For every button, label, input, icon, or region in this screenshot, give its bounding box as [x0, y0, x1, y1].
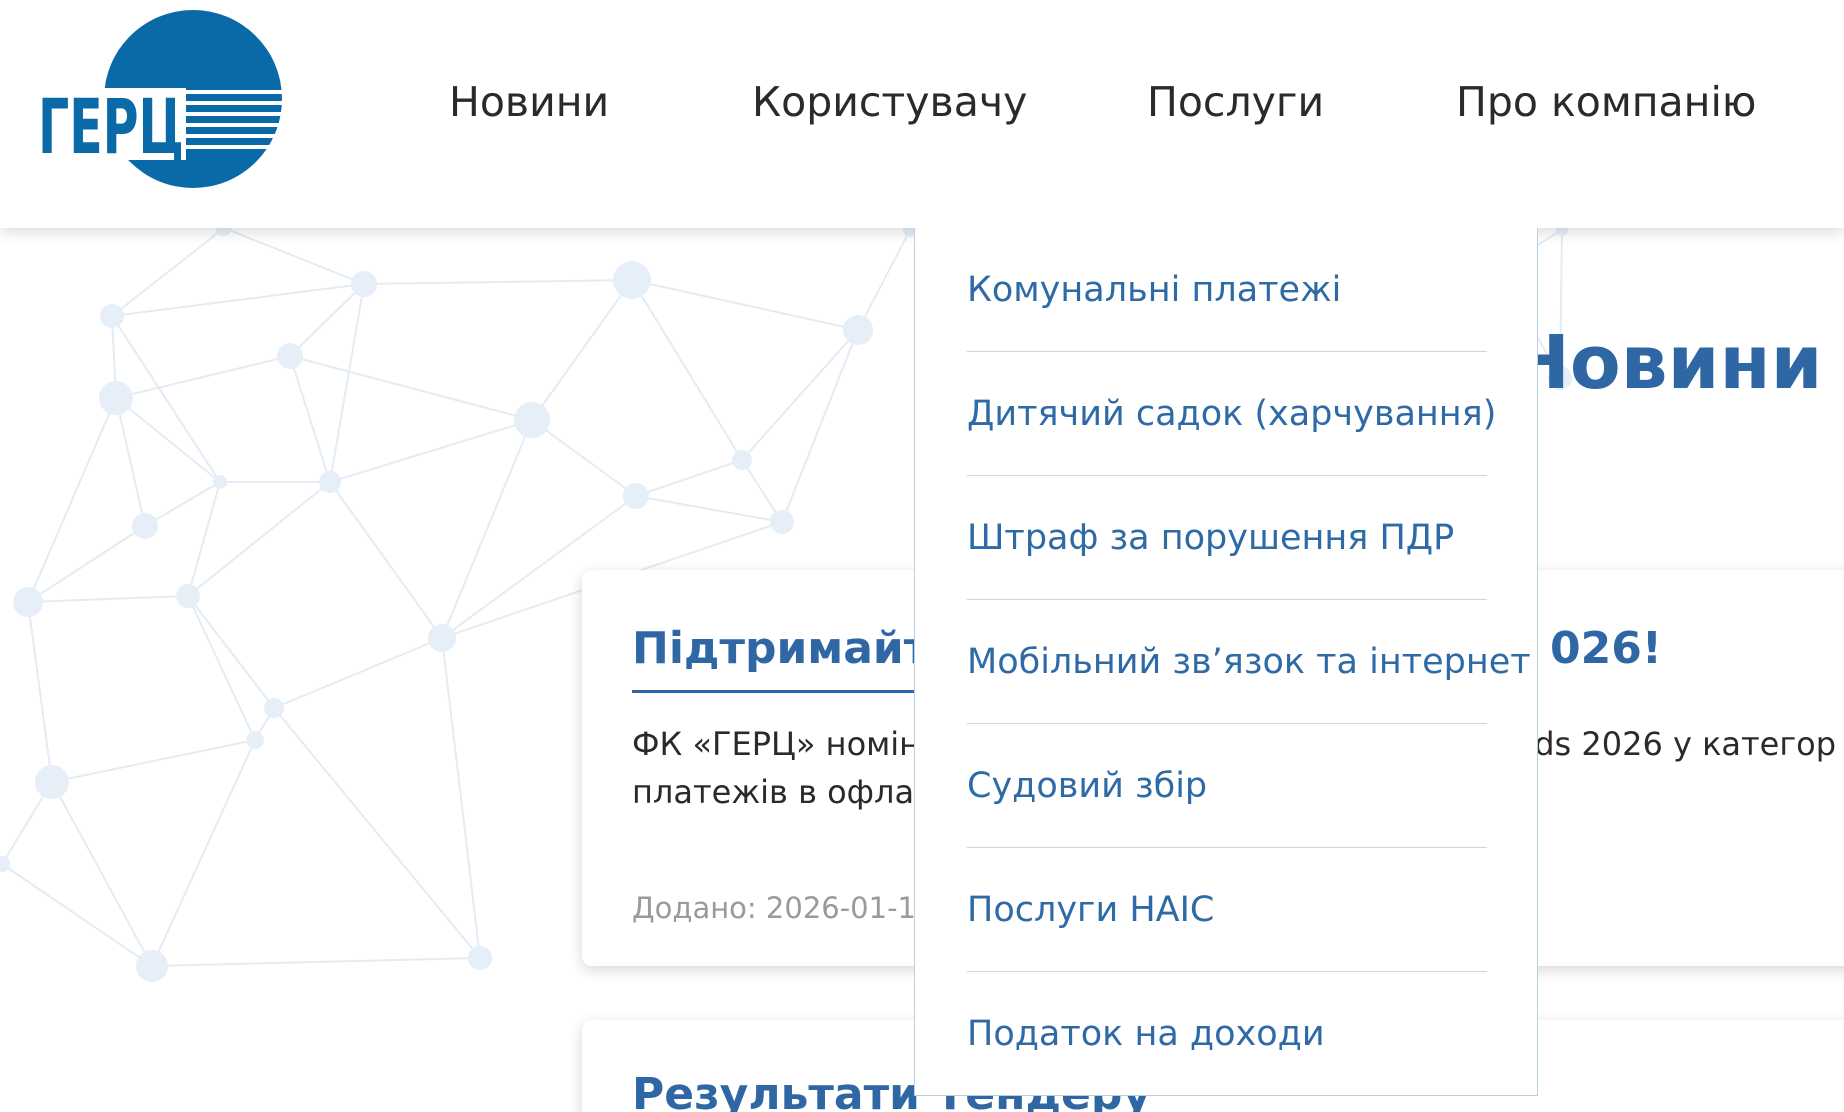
nav-item-services[interactable]: Послуги: [1147, 72, 1324, 132]
dropdown-item-label: Послуги НАІС: [967, 890, 1215, 930]
news-card-text-line1: ФК «ГЕРЦ» номін: [632, 725, 921, 763]
news-card-title-end[interactable]: 026!: [1550, 614, 1662, 684]
dropdown-item-traffic-fine[interactable]: Штраф за порушення ПДР: [967, 476, 1487, 600]
dropdown-item-label: Комунальні платежі: [967, 270, 1342, 310]
dropdown-item-label: Штраф за порушення ПДР: [967, 518, 1455, 558]
dropdown-item-nais-services[interactable]: Послуги НАІС: [967, 848, 1487, 972]
news-card-text-line1-end: ards 2026 у категор: [1502, 725, 1837, 763]
nav-item-users[interactable]: Користувачу: [752, 72, 1027, 132]
news-card-text-line2: платежів в офлай: [632, 773, 935, 811]
dropdown-item-label: Судовий збір: [967, 766, 1208, 806]
main-nav: Новини Користувачу Послуги Про компанію: [0, 72, 1844, 132]
dropdown-item-income-tax[interactable]: Податок на доходи: [967, 972, 1487, 1096]
news-card-title[interactable]: Підтримайте: [632, 614, 959, 684]
services-dropdown-menu: Комунальні платежі Дитячий садок (харчув…: [914, 228, 1538, 1096]
nav-item-about[interactable]: Про компанію: [1456, 72, 1756, 132]
news-card-date: Додано: 2026-01-13: [632, 891, 935, 925]
nav-item-news[interactable]: Новини: [449, 72, 609, 132]
dropdown-item-court-fee[interactable]: Судовий збір: [967, 724, 1487, 848]
dropdown-item-label: Податок на доходи: [967, 1014, 1325, 1054]
dropdown-item-kindergarten[interactable]: Дитячий садок (харчування): [967, 352, 1496, 476]
dropdown-item-label: Мобільний зв’язок та інтернет: [967, 642, 1531, 682]
page-title: Новини: [1508, 320, 1823, 406]
dropdown-item-utilities[interactable]: Комунальні платежі: [967, 228, 1487, 352]
dropdown-item-mobile-internet[interactable]: Мобільний зв’язок та інтернет: [967, 600, 1531, 724]
site-header: ГЕРЦ Новини Користувачу Послуги Про комп…: [0, 0, 1844, 228]
dropdown-item-label: Дитячий садок (харчування): [967, 394, 1497, 434]
